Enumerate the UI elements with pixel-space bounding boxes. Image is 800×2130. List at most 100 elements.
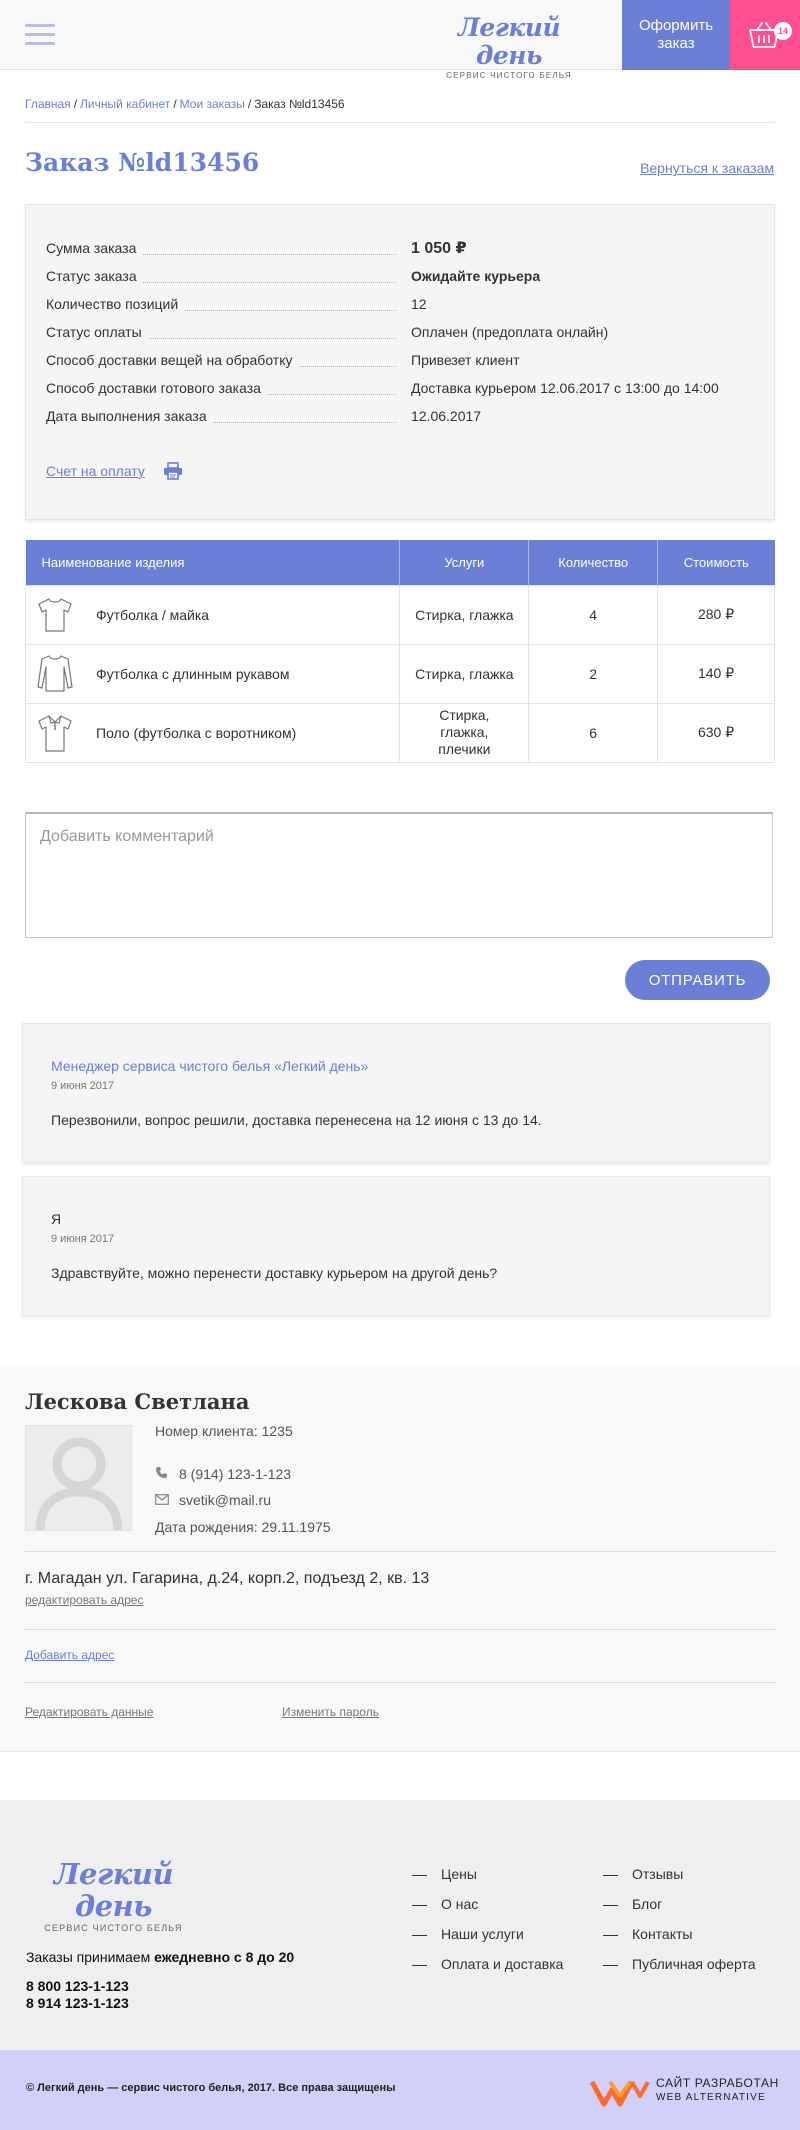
- item-name: Поло (футболка с воротником): [96, 724, 297, 741]
- table-header-row: Наименование изделия Услуги Количество С…: [25, 540, 775, 585]
- footer-link-offer[interactable]: Публичная оферта: [603, 1956, 756, 1972]
- invoice-link[interactable]: Счет на оплату: [46, 463, 145, 479]
- info-label: Дата выполнения заказа: [46, 408, 213, 424]
- cart-button[interactable]: 14: [730, 0, 800, 70]
- item-name: Футболка / майка: [96, 606, 210, 623]
- comment-input[interactable]: [25, 812, 773, 938]
- breadcrumb-account[interactable]: Личный кабинет: [80, 97, 170, 111]
- item-name-cell: Футболка / майка: [24, 584, 401, 645]
- client-number: Номер клиента: 1235: [155, 1423, 293, 1439]
- message-text: Перезвонили, вопрос решили, доставка пер…: [51, 1112, 542, 1128]
- item-services: Стирка, глажка, плечики: [399, 702, 530, 763]
- site-header: Легкий день сервис чистого белья Оформит…: [0, 0, 800, 80]
- add-address-link[interactable]: Добавить адрес: [25, 1648, 114, 1662]
- logo-title: Легкий день: [457, 13, 561, 70]
- payment-status: Оплачен (предоплата онлайн): [411, 324, 609, 340]
- footer-link-label: Отзывы: [632, 1866, 684, 1882]
- table-row: Футболка / майка Стирка, глажка 4 280 ₽: [24, 584, 775, 645]
- info-label: Способ доставки вещей на обработку: [46, 352, 299, 368]
- footer-logo-title: Легкий день: [53, 1857, 174, 1923]
- breadcrumb-orders[interactable]: Мои заказы: [180, 97, 245, 111]
- copyright-text: © Легкий день — сервис чистого белья, 20…: [26, 2082, 396, 2094]
- order-hours-prefix: Заказы принимаем: [26, 1949, 155, 1965]
- info-row-payment: Статус оплаты Оплачен (предоплата онлайн…: [46, 324, 746, 344]
- order-info-panel: Сумма заказа 1 050 ₽ Статус заказа Ожида…: [25, 204, 775, 520]
- footer-link-blog[interactable]: Блог: [603, 1896, 662, 1912]
- developer-line2: WEB ALTERNATIVE: [656, 2092, 766, 2103]
- footer-logo-subtitle: сервис чистого белья: [44, 1923, 183, 1933]
- site-footer: Легкий день сервис чистого белья Заказы …: [0, 1800, 800, 2050]
- footer-link-label: Цены: [441, 1866, 477, 1882]
- footer-link-label: О нас: [441, 1896, 479, 1912]
- info-label: Сумма заказа: [46, 240, 143, 256]
- order-hours-value: ежедневно с 8 до 20: [154, 1949, 295, 1965]
- footer-link-label: Контакты: [632, 1926, 693, 1942]
- footer-phone[interactable]: 8 914 123-1-123: [26, 1995, 129, 2011]
- menu-icon[interactable]: [25, 24, 55, 46]
- back-to-orders-link[interactable]: Вернуться к заказам: [640, 160, 774, 176]
- item-qty: 4: [528, 584, 659, 645]
- message-date: 9 июня 2017: [51, 1233, 115, 1245]
- column-header: Услуги: [399, 540, 530, 585]
- info-label: Статус оплаты: [46, 324, 148, 340]
- divider: [25, 1629, 775, 1630]
- edit-address-link[interactable]: редактировать адрес: [25, 1593, 143, 1607]
- footer-link-contacts[interactable]: Контакты: [603, 1926, 692, 1942]
- footer-logo[interactable]: Легкий день сервис чистого белья: [26, 1858, 201, 1933]
- footer-link-label: Наши услуги: [441, 1926, 524, 1942]
- order-total: 1 050 ₽: [411, 240, 467, 257]
- profile-email: svetik@mail.ru: [179, 1492, 272, 1508]
- avatar: [25, 1425, 132, 1531]
- table-row: Футболка с длинным рукавом Стирка, глажк…: [24, 643, 775, 704]
- breadcrumb: Главная / Личный кабинет / Мои заказы / Заказ …: [25, 97, 345, 111]
- profile-section: Лескова Светлана Номер клиента: 1235 8 (…: [0, 1367, 800, 1752]
- profile-email-row: svetik@mail.ru: [155, 1492, 271, 1508]
- column-header: Наименование изделия: [25, 540, 401, 585]
- footer-link-reviews[interactable]: Отзывы: [603, 1866, 683, 1882]
- change-password-link[interactable]: Изменить пароль: [282, 1705, 379, 1719]
- send-button[interactable]: ОТПРАВИТЬ: [625, 960, 770, 1000]
- logo-subtitle: сервис чистого белья: [446, 71, 572, 80]
- profile-address: г. Магадан ул. Гагарина, д.24, корп.2, п…: [25, 1570, 430, 1587]
- place-order-button[interactable]: Оформить заказ: [622, 0, 730, 70]
- footer-link-label: Блог: [632, 1896, 663, 1912]
- item-name: Футболка с длинным рукавом: [96, 665, 290, 682]
- message-text: Здравствуйте, можно перенести доставку к…: [51, 1265, 498, 1281]
- long-sleeve-icon: [37, 654, 73, 692]
- item-price: 630 ₽: [657, 702, 775, 763]
- edit-data-link[interactable]: Редактировать данные: [25, 1705, 153, 1719]
- info-row-delivery: Способ доставки готового заказа Доставка…: [46, 380, 746, 400]
- info-row-positions: Количество позиций 12: [46, 296, 746, 316]
- delivery-method: Доставка курьером 12.06.2017 с 13:00 до …: [411, 380, 719, 396]
- developer-credit[interactable]: САЙТ РАЗРАБОТАН WEB ALTERNATIVE: [589, 2074, 778, 2113]
- table-row: Поло (футболка с воротником) Стирка, гла…: [24, 702, 775, 763]
- info-row-completion: Дата выполнения заказа 12.06.2017: [46, 408, 746, 428]
- user-silhouette-icon: [35, 1437, 123, 1530]
- item-services: Стирка, глажка: [399, 643, 530, 704]
- item-qty: 2: [528, 643, 659, 704]
- message-card: Менеджер сервиса чистого белья «Легкий д…: [22, 1023, 770, 1163]
- column-header: Количество: [528, 540, 659, 585]
- breadcrumb-home[interactable]: Главная: [25, 97, 71, 111]
- footer-link-prices[interactable]: Цены: [412, 1866, 477, 1882]
- item-qty: 6: [528, 702, 659, 763]
- profile-name: Лескова Светлана: [25, 1389, 250, 1414]
- footer-link-services[interactable]: Наши услуги: [412, 1926, 524, 1942]
- copyright-bar: © Легкий день — сервис чистого белья, 20…: [0, 2050, 800, 2130]
- info-row-total: Сумма заказа 1 050 ₽: [46, 240, 746, 260]
- footer-phone[interactable]: 8 800 123-1-123: [26, 1978, 129, 1994]
- footer-link-about[interactable]: О нас: [412, 1896, 478, 1912]
- dropoff-method: Привезет клиент: [411, 352, 520, 368]
- message-author: Менеджер сервиса чистого белья «Легкий д…: [51, 1058, 369, 1074]
- info-label: Количество позиций: [46, 296, 185, 312]
- message-date: 9 июня 2017: [51, 1080, 115, 1092]
- phone-icon: [155, 1466, 179, 1482]
- tshirt-icon: [38, 597, 72, 632]
- info-row-status: Статус заказа Ожидайте курьера: [46, 268, 746, 288]
- info-label: Статус заказа: [46, 268, 143, 284]
- items-table: Наименование изделия Услуги Количество С…: [24, 540, 775, 763]
- completion-date: 12.06.2017: [411, 408, 482, 424]
- site-logo[interactable]: Легкий день сервис чистого белья: [434, 13, 584, 81]
- footer-link-payment[interactable]: Оплата и доставка: [412, 1956, 563, 1972]
- printer-icon[interactable]: [163, 462, 183, 480]
